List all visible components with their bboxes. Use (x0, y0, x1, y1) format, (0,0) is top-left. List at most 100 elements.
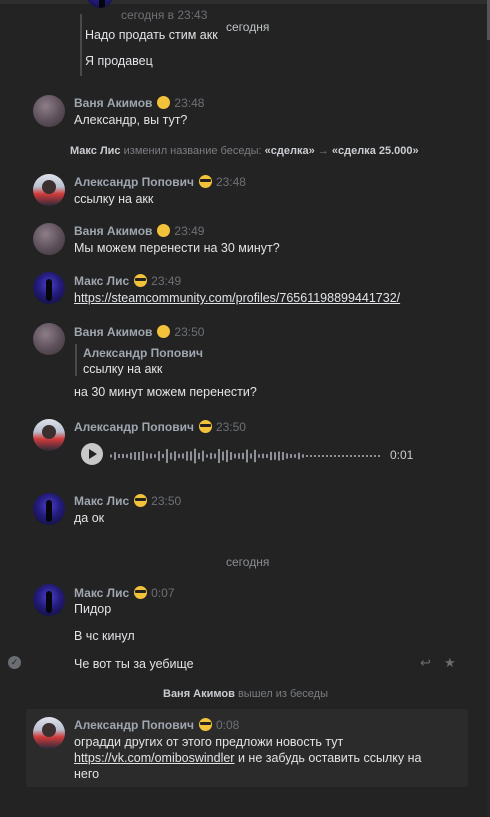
quote-text[interactable]: ссылку на акк (83, 362, 162, 376)
avatar-alexander[interactable] (33, 174, 65, 206)
waveform-bar (294, 454, 296, 458)
message-time[interactable]: 23:48 (174, 96, 204, 110)
system-actor[interactable]: Макс Лис (70, 145, 121, 157)
system-message-rename: Макс Лис изменил название беседы: «сделк… (70, 145, 419, 157)
author-name[interactable]: Ваня Акимов (74, 224, 152, 238)
message-time[interactable]: 0:08 (216, 718, 239, 732)
reply-icon[interactable]: ↩ (420, 655, 431, 671)
waveform-bar (338, 455, 340, 457)
sunglasses-emoji-icon (134, 274, 148, 287)
waveform-bar (374, 455, 376, 457)
message-text: Пидор (74, 602, 112, 616)
waveform-bar (330, 455, 332, 457)
author-name[interactable]: Александр Попович (74, 718, 194, 732)
message-header: Александр Попович 23:48 (74, 175, 246, 189)
sunglasses-emoji-icon (134, 494, 148, 507)
author-name[interactable]: Ваня Акимов (74, 96, 152, 110)
avatar-vanya[interactable] (33, 223, 65, 255)
author-name[interactable]: Александр Попович (74, 420, 194, 434)
message-time[interactable]: 0:07 (151, 586, 174, 600)
avatar-alexander[interactable] (33, 717, 65, 749)
waveform-bar (190, 451, 192, 461)
waveform-bar (214, 453, 216, 459)
waveform-bar (306, 455, 308, 457)
waveform-bar (254, 449, 256, 463)
play-icon[interactable] (81, 443, 103, 465)
waveform-bar (350, 455, 352, 457)
waveform-bar (130, 452, 132, 460)
waveform-bar (286, 453, 288, 459)
waveform-bar (118, 454, 120, 458)
waveform-bar (162, 453, 164, 459)
message-header: Александр Попович 23:50 (74, 420, 246, 434)
face-with-tongue-emoji-icon (157, 224, 171, 237)
author-name[interactable]: Макс Лис (74, 274, 129, 288)
star-icon[interactable]: ★ (444, 655, 456, 671)
waveform-bar (262, 453, 264, 459)
waveform-bar (322, 455, 324, 457)
waveform-bar (366, 455, 368, 457)
waveform-bar (178, 453, 180, 459)
waveform-bar (250, 453, 252, 459)
waveform-bar (334, 455, 336, 457)
author-name[interactable]: Александр Попович (74, 175, 194, 189)
waveform-bar (342, 455, 344, 457)
sunglasses-emoji-icon (134, 586, 148, 599)
forwarded-bar (80, 14, 82, 76)
waveform-bar (258, 454, 260, 458)
author-name[interactable]: Макс Лис (74, 586, 129, 600)
arrow: → (317, 145, 329, 157)
waveform-bar (210, 452, 212, 460)
waveform-bar (150, 453, 152, 459)
voice-duration: 0:01 (390, 448, 414, 462)
waveform-bar (346, 455, 348, 457)
waveform-bar (234, 453, 236, 459)
avatar-max[interactable] (33, 584, 65, 616)
avatar-vanya[interactable] (33, 323, 65, 355)
avatar-max[interactable] (33, 493, 65, 525)
system-actor[interactable]: Ваня Акимов (163, 688, 235, 700)
date-tooltip: сегодня (226, 20, 270, 34)
vk-link[interactable]: https://vk.com/omiboswindler (74, 751, 234, 765)
message-meta: сегодня в 23:43 (121, 8, 208, 22)
waveform-bar (302, 454, 304, 458)
waveform-bar (242, 452, 244, 460)
system-action: вышел из беседы (237, 688, 328, 700)
waveform-bar (278, 451, 280, 461)
sunglasses-emoji-icon (198, 420, 212, 433)
avatar-alexander[interactable] (33, 419, 65, 451)
message-header: Ваня Акимов 23:50 (74, 325, 204, 339)
message-time[interactable]: 23:49 (174, 224, 204, 238)
system-action: изменил название беседы: (123, 145, 262, 157)
author-name[interactable]: Ваня Акимов (74, 325, 152, 339)
waveform-bar (222, 451, 224, 461)
message-time[interactable]: 23:50 (216, 420, 246, 434)
waveform-bar (298, 452, 300, 460)
voice-waveform[interactable] (110, 446, 382, 466)
waveform-bar (290, 454, 292, 458)
avatar-max[interactable] (33, 272, 65, 304)
waveform-bar (354, 455, 356, 457)
avatar[interactable] (86, 0, 114, 8)
waveform-bar (182, 453, 184, 459)
forwarded-line-1: Надо продать стим акк (85, 28, 218, 42)
message-time[interactable]: 23:48 (216, 175, 246, 189)
quote-author[interactable]: Александр Попович (83, 346, 203, 360)
message-time[interactable]: 23:49 (151, 274, 181, 288)
author-name[interactable]: Макс Лис (74, 494, 129, 508)
avatar-vanya[interactable] (33, 95, 65, 127)
message-text-line-2: https://vk.com/omiboswindler и не забудь… (74, 751, 421, 765)
waveform-bar (274, 452, 276, 460)
waveform-bar (122, 453, 124, 459)
waveform-bar (218, 448, 220, 464)
steam-profile-link[interactable]: https://steamcommunity.com/profiles/7656… (74, 291, 400, 305)
message-text: Мы можем перенести на 30 минут? (74, 241, 280, 255)
message-text: Александр, вы тут? (74, 113, 188, 127)
message-time[interactable]: 23:50 (151, 494, 181, 508)
waveform-bar (194, 448, 196, 464)
waveform-bar (174, 451, 176, 461)
message-time[interactable]: 23:50 (174, 325, 204, 339)
message-header: Ваня Акимов 23:48 (74, 96, 204, 110)
top-bar (0, 0, 490, 4)
check-icon[interactable]: ✓ (8, 656, 21, 669)
